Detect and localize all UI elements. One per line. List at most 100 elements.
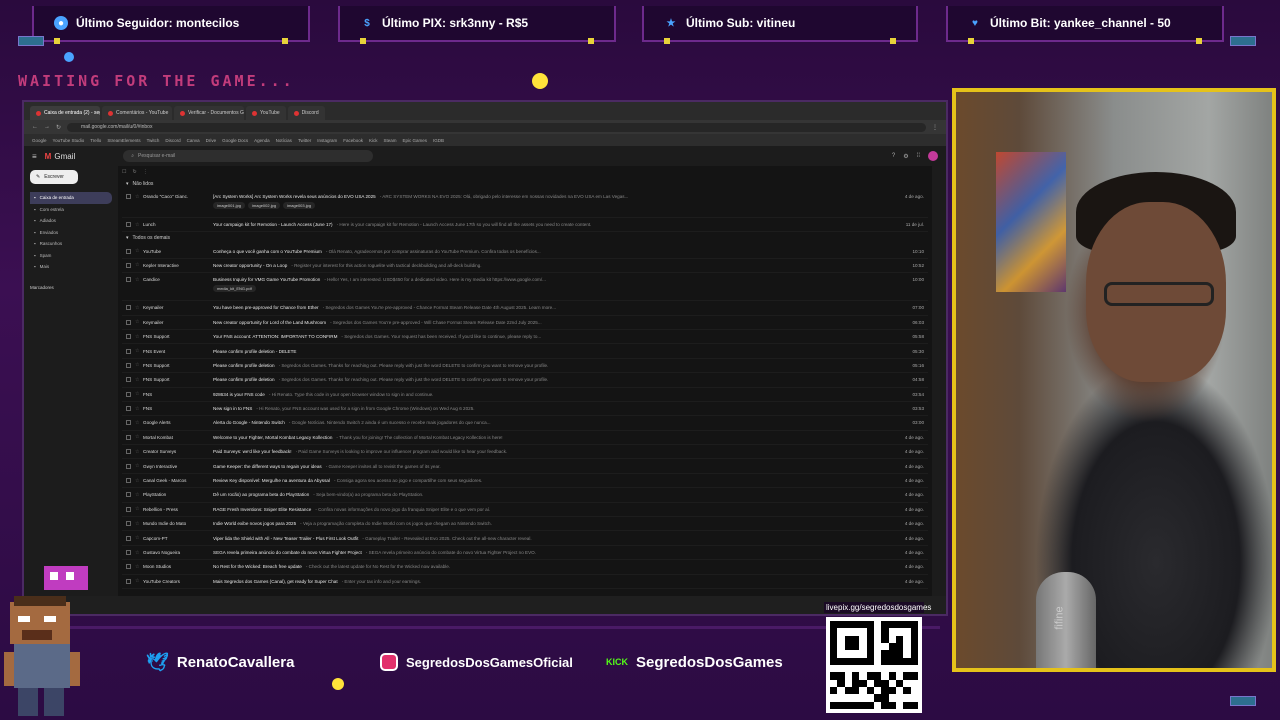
row-checkbox[interactable] [126, 222, 131, 228]
row-checkbox[interactable] [126, 506, 131, 512]
email-row[interactable]: ☆ Mundo Indie do Mato Indie World exibe no… [122, 517, 928, 532]
sidebar-item[interactable]: ▪ Mais [30, 261, 112, 273]
bookmark-item[interactable]: Google [32, 138, 47, 143]
row-checkbox[interactable] [126, 319, 131, 325]
bookmark-item[interactable]: Steam [384, 138, 397, 143]
attachment-chip[interactable]: image002.jpg [248, 202, 281, 209]
row-checkbox[interactable] [126, 377, 131, 383]
email-row[interactable]: ☆ Rebellion - Press RAGE Fresh Inventions:… [122, 503, 928, 518]
row-checkbox[interactable] [126, 334, 131, 340]
row-checkbox[interactable] [126, 564, 131, 570]
email-row[interactable]: ☆ Canal Geek - Marcos Review Key disponíve… [122, 474, 928, 489]
star-icon[interactable]: ☆ [135, 449, 143, 455]
url-field[interactable]: mail.google.com/mail/u/0/#inbox [67, 122, 926, 132]
row-checkbox[interactable] [126, 362, 131, 368]
star-icon[interactable]: ☆ [135, 248, 143, 254]
bookmark-item[interactable]: Canva [187, 138, 200, 143]
row-checkbox[interactable] [126, 406, 131, 412]
star-icon[interactable]: ☆ [135, 478, 143, 484]
bookmark-item[interactable]: Google Docs [222, 138, 248, 143]
star-icon[interactable]: ☆ [135, 564, 143, 570]
sidebar-item[interactable]: ▪ Com estrela [30, 204, 112, 216]
star-icon[interactable]: ☆ [135, 550, 143, 556]
row-checkbox[interactable] [126, 277, 131, 283]
star-icon[interactable]: ☆ [135, 420, 143, 426]
email-row[interactable]: ☆ PlayStation Dê um rocão) ao programa bet… [122, 488, 928, 503]
bookmark-item[interactable]: IGDB [433, 138, 444, 143]
attachment-chip[interactable]: media_kit_ENG.pdf [213, 285, 256, 293]
select-all-checkbox[interactable]: ☐ [122, 169, 126, 175]
star-icon[interactable]: ☆ [135, 434, 143, 440]
star-icon[interactable]: ☆ [135, 506, 143, 512]
attachment-chip[interactable]: image003.jpg [283, 202, 316, 209]
bookmark-item[interactable]: Twitter [298, 138, 311, 143]
more-icon[interactable]: ⋮ [143, 169, 148, 175]
row-checkbox[interactable] [126, 578, 131, 584]
row-checkbox[interactable] [126, 420, 131, 426]
attachment-chip[interactable]: image001.jpg [213, 202, 246, 209]
row-checkbox[interactable] [126, 248, 131, 254]
browser-tab[interactable]: YouTube [246, 106, 286, 120]
star-icon[interactable]: ☆ [135, 492, 143, 498]
sidebar-item[interactable]: ▪ Rascunhos [30, 238, 112, 250]
star-icon[interactable]: ☆ [135, 391, 143, 397]
browser-tab[interactable]: Caixa de entrada (2) - segredos [30, 106, 100, 120]
row-checkbox[interactable] [126, 348, 131, 354]
email-row[interactable]: ☆ Google Alerts Alerta do Google - Nintend… [122, 416, 928, 431]
bookmark-item[interactable]: Discord [165, 138, 180, 143]
email-row[interactable]: ☆ Mortal Kombat Welcome to your Fighter, M… [122, 431, 928, 446]
star-icon[interactable]: ☆ [135, 535, 143, 541]
sidebar-item[interactable]: ▪ Caixa de entrada [30, 192, 112, 204]
menu-icon[interactable]: ≡ [32, 152, 37, 161]
apps-icon[interactable]: ⁞⁞ [917, 153, 920, 159]
star-icon[interactable]: ☆ [135, 194, 143, 200]
refresh-icon[interactable]: ↻ [132, 169, 136, 175]
settings-icon[interactable]: ⚙ [903, 153, 908, 160]
star-icon[interactable]: ☆ [135, 406, 143, 412]
row-checkbox[interactable] [126, 391, 131, 397]
row-checkbox[interactable] [126, 521, 131, 527]
section-everything[interactable]: ▾ Todos os demais [122, 232, 928, 244]
bookmark-item[interactable]: Notícias [276, 138, 292, 143]
star-icon[interactable]: ☆ [135, 222, 143, 228]
bookmark-item[interactable]: Twitch [147, 138, 160, 143]
gmail-logo[interactable]: M Gmail [45, 152, 76, 161]
row-checkbox[interactable] [126, 194, 131, 199]
star-icon[interactable]: ☆ [135, 277, 143, 283]
forward-icon[interactable]: → [44, 124, 50, 130]
reload-icon[interactable]: ↻ [56, 124, 61, 131]
star-icon[interactable]: ☆ [135, 521, 143, 527]
bookmark-item[interactable]: Instagram [317, 138, 337, 143]
email-row[interactable]: ☆ Kepler Interactive New creator opportuni… [122, 259, 928, 274]
email-row[interactable]: ☆ Lunch Your campaign kit for Remotion - L… [122, 218, 928, 233]
bookmark-item[interactable]: StreamElements [107, 138, 140, 143]
section-unread[interactable]: ▾ Não lidos [122, 178, 928, 190]
browser-tab[interactable]: Verificar - Documentos Google [174, 106, 244, 120]
browser-tab[interactable]: Discord [287, 106, 325, 120]
email-row[interactable]: ☆ FNS New sign in to FNS - Hi Renato, your… [122, 402, 928, 417]
row-checkbox[interactable] [126, 550, 131, 555]
bookmark-item[interactable]: YouTube Studio [53, 138, 85, 143]
email-row[interactable]: ☆ FNS Support Your FNS account: ATTENTION:… [122, 330, 928, 345]
star-icon[interactable]: ☆ [135, 348, 143, 354]
extensions-icon[interactable]: ⋮ [932, 124, 938, 131]
email-row[interactable]: ☆ FNS 928634 is your FNS code - Hi Renato.… [122, 388, 928, 402]
bookmark-item[interactable]: Epic Games [403, 138, 428, 143]
compose-button[interactable]: ✎ Escrever [30, 170, 78, 184]
back-icon[interactable]: ← [32, 124, 38, 130]
sidebar-item[interactable]: ▪ Enviados [30, 227, 112, 239]
email-row[interactable]: ☆ Gwyn Interactive Game Keeper: the differ… [122, 459, 928, 474]
avatar[interactable] [928, 151, 938, 161]
email-row[interactable]: ☆ Keymailer New creator opportunity for Lo… [122, 316, 928, 330]
bookmark-item[interactable]: Kick [369, 138, 378, 143]
row-checkbox[interactable] [126, 305, 131, 311]
sidebar-item[interactable]: ▪ Adiados [30, 215, 112, 227]
email-row[interactable]: ☆ Moon Studios No Rest for the Wicked: Bre… [122, 560, 928, 575]
email-row[interactable]: ☆ FNS Support Please confirm profile delet… [122, 359, 928, 374]
star-icon[interactable]: ☆ [135, 578, 143, 584]
email-row[interactable]: ☆ Gustavo Nogueira SEGA revela primeira an… [122, 546, 928, 561]
row-checkbox[interactable] [126, 463, 131, 469]
bookmark-item[interactable]: Drive [206, 138, 217, 143]
email-row[interactable]: ☆ FNS Support Please confirm profile delet… [122, 373, 928, 388]
email-row[interactable]: ☆ Orando "Caco" Gianc. [Arc System Works] … [122, 190, 928, 218]
